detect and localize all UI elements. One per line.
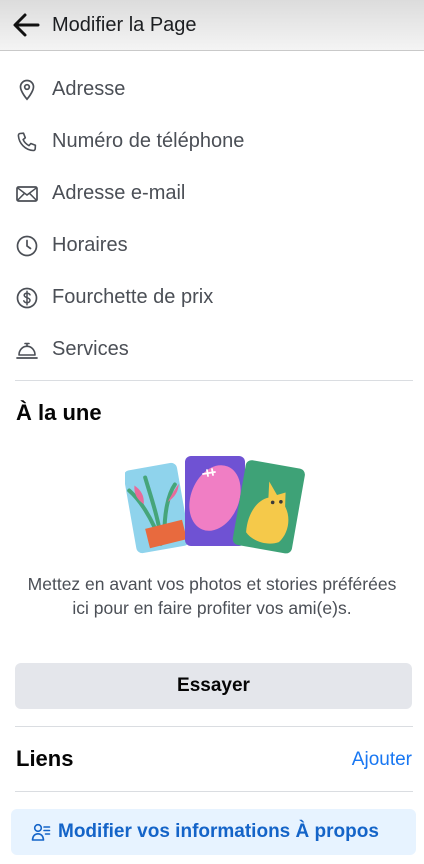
featured-title: À la une [16, 400, 102, 425]
row-label: Adresse e-mail [52, 182, 186, 204]
links-title: Liens [16, 746, 74, 771]
row-label: Horaires [52, 234, 128, 256]
envelope-icon [16, 186, 38, 202]
divider [15, 726, 413, 727]
row-hours[interactable]: Horaires [0, 220, 424, 272]
dollar-icon [16, 287, 38, 309]
row-phone[interactable]: Numéro de téléphone [0, 116, 424, 168]
row-label: Numéro de téléphone [52, 130, 245, 152]
service-bell-icon [16, 342, 38, 359]
row-label: Adresse [52, 78, 126, 100]
edit-about-button[interactable]: Modifier vos informations À propos [11, 809, 416, 855]
row-email[interactable]: Adresse e-mail [0, 168, 424, 220]
featured-description: Mettez en avant vos photos et stories pr… [27, 574, 397, 618]
add-link-button[interactable]: Ajouter [352, 749, 412, 771]
location-pin-icon [19, 79, 35, 101]
arrow-left-icon[interactable] [12, 12, 40, 38]
divider [15, 791, 413, 792]
row-label: Services [52, 338, 129, 360]
phone-icon [17, 132, 37, 152]
row-services[interactable]: Services [0, 324, 424, 376]
row-address[interactable]: Adresse [0, 64, 424, 116]
edit-about-label: Modifier vos informations À propos [58, 821, 379, 842]
row-price-range[interactable]: Fourchette de prix [0, 272, 424, 324]
page-title: Modifier la Page [52, 14, 197, 36]
row-label: Fourchette de prix [52, 286, 214, 308]
try-button[interactable]: Essayer [15, 663, 412, 709]
divider [15, 380, 413, 381]
top-bar: Modifier la Page [0, 0, 424, 51]
featured-illustration [125, 456, 305, 554]
person-list-icon [31, 823, 51, 841]
clock-icon [16, 235, 38, 257]
